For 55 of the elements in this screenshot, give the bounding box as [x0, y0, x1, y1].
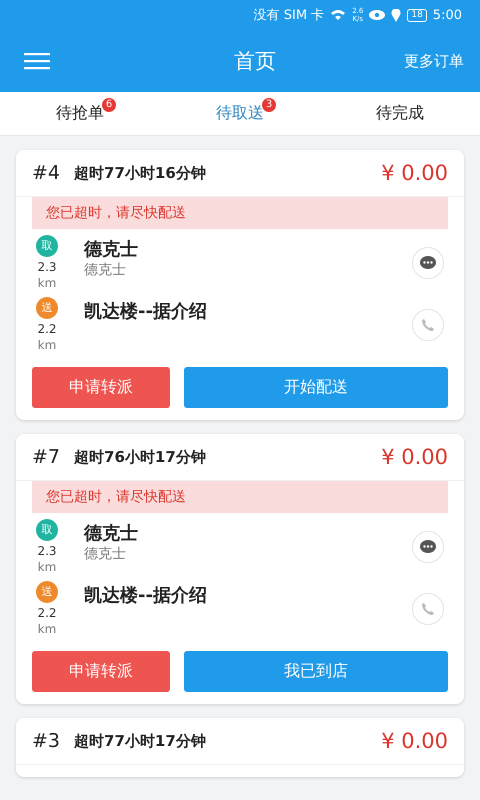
distance-unit: km — [38, 559, 56, 575]
order-number: #3 — [32, 730, 60, 752]
tab[interactable]: 待取送 — [216, 103, 264, 124]
stop-name: 凯达楼--据介绍 — [84, 300, 208, 323]
stop-address: 德克士 — [84, 261, 127, 279]
tab[interactable]: 待完成 — [376, 103, 424, 124]
distance-value: 2.3 — [37, 543, 57, 559]
page-title: 首页 — [234, 48, 276, 75]
tab[interactable]: 待抢单 — [56, 103, 104, 124]
order-number: #7 — [32, 446, 60, 468]
distance-unit: km — [38, 621, 56, 637]
reassign-button[interactable]: 申请转派 — [32, 367, 170, 408]
overdue-time: 超时77小时17分钟 — [74, 732, 207, 750]
order-price: ¥ 0.00 — [381, 729, 448, 753]
overdue-alert: 您已超时，请尽快配送 — [32, 481, 448, 513]
overdue-time: 超时77小时16分钟 — [74, 164, 207, 182]
stop-badge: 取 — [36, 519, 58, 541]
stop-address: 德克士 — [84, 545, 127, 563]
clock-time: 5:00 — [432, 8, 462, 22]
order-price: ¥ 0.00 — [381, 445, 448, 469]
menu-icon[interactable] — [24, 52, 50, 70]
overdue-alert: 您已超时，请尽快配送 — [32, 197, 448, 229]
chat-button[interactable] — [412, 247, 444, 279]
order-number: #4 — [32, 162, 60, 184]
phone-icon — [421, 318, 435, 332]
action-button[interactable]: 我已到店 — [184, 651, 448, 692]
stop-badge: 送 — [36, 297, 58, 319]
distance-value: 2.2 — [37, 321, 57, 337]
chat-button[interactable] — [412, 531, 444, 563]
wifi-icon — [330, 9, 346, 21]
carrier-text: 没有 SIM 卡 — [254, 7, 324, 24]
stop-name: 德克士 — [84, 238, 139, 261]
stop-badge: 送 — [36, 581, 58, 603]
stop-badge: 取 — [36, 235, 58, 257]
distance-value: 2.2 — [37, 605, 57, 621]
chat-icon — [420, 256, 436, 270]
order-price: ¥ 0.00 — [381, 161, 448, 185]
stop-name: 凯达楼--据介绍 — [84, 584, 208, 607]
battery-level: 18 — [407, 8, 427, 22]
action-button[interactable]: 开始配送 — [184, 367, 448, 408]
distance-unit: km — [38, 337, 56, 353]
count-badge: 6 — [102, 98, 116, 112]
call-button[interactable] — [412, 309, 444, 341]
call-button[interactable] — [412, 593, 444, 625]
stop-name: 德克士 — [84, 522, 139, 545]
count-badge: 3 — [262, 98, 276, 112]
distance-unit: km — [38, 275, 56, 291]
chat-icon — [420, 540, 436, 554]
distance-value: 2.3 — [37, 259, 57, 275]
reassign-button[interactable]: 申请转派 — [32, 651, 170, 692]
more-orders-link[interactable]: 更多订单 — [404, 52, 464, 70]
eye-icon — [369, 10, 386, 20]
phone-icon — [421, 602, 435, 616]
overdue-time: 超时76小时17分钟 — [74, 448, 207, 466]
location-icon — [391, 8, 402, 22]
